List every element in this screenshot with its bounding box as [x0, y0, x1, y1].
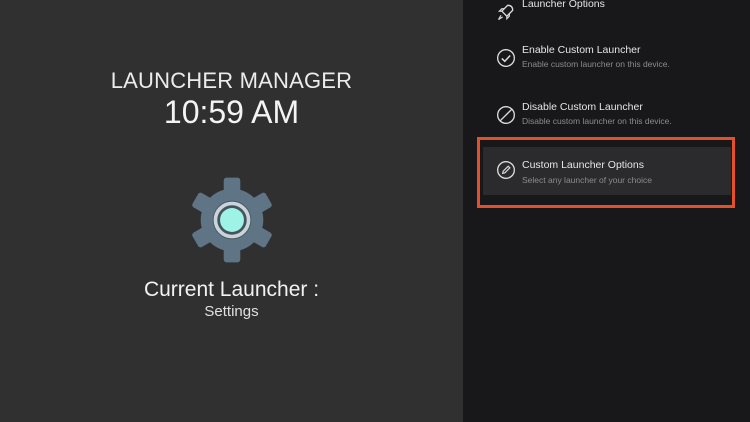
current-launcher-value: Settings	[204, 303, 259, 320]
block-icon	[497, 106, 515, 124]
clock: 10:59 AM	[163, 94, 300, 130]
selection-highlight-box	[477, 137, 735, 208]
menu-item-enable-custom-launcher[interactable]: Enable Custom Launcher Enable custom lau…	[478, 38, 733, 82]
menu-item-title: Disable Custom Launcher	[522, 101, 643, 113]
app-title: LAUNCHER MANAGER	[110, 68, 353, 93]
menu-item-subtitle: Disable custom launcher on this device.	[522, 116, 672, 126]
settings-gear-icon	[192, 177, 272, 263]
menu-item-title: Launcher Options	[522, 0, 605, 10]
menu-item-subtitle: Enable custom launcher on this device.	[522, 59, 670, 69]
current-launcher-label: Current Launcher :	[143, 278, 320, 301]
menu-item-launcher-options[interactable]: Launcher Options	[478, 0, 733, 36]
launcher-info-panel: LAUNCHER MANAGER 10:59 AM Current Launch…	[0, 0, 463, 422]
menu-item-disable-custom-launcher[interactable]: Disable Custom Launcher Disable custom l…	[478, 95, 733, 139]
menu-item-title: Enable Custom Launcher	[522, 44, 641, 56]
rocket-icon	[497, 4, 514, 21]
check-circle-icon	[497, 49, 515, 67]
